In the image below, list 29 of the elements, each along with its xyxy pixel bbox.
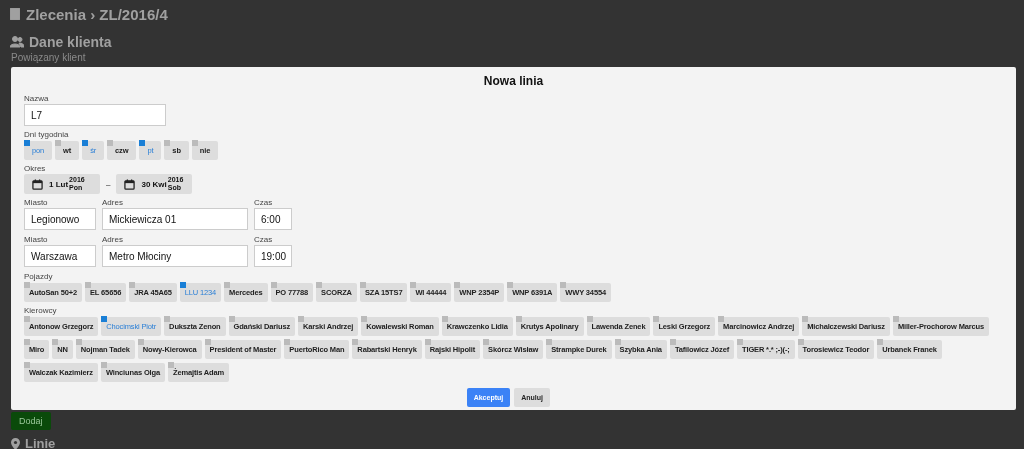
name-field[interactable]: L7 xyxy=(24,104,166,126)
field-label: Adres xyxy=(102,198,124,207)
field-label: Miasto xyxy=(24,235,49,244)
field-label: Adres xyxy=(102,235,124,244)
document-icon xyxy=(10,8,20,20)
field-label: Czas xyxy=(254,198,274,207)
calendar-icon xyxy=(32,178,43,190)
time-field[interactable]: 19:00 xyxy=(254,245,292,267)
field-label: Pojazdy xyxy=(24,272,54,281)
add-button[interactable]: Dodaj xyxy=(11,412,51,430)
subtitle: Powiązany klient xyxy=(11,52,87,63)
field-label: Dni tygodnia xyxy=(24,130,70,139)
field-label: Nazwa xyxy=(24,94,50,103)
field-label: Kierowcy xyxy=(24,306,58,315)
breadcrumb: Zlecenia › ZL/2016/4 xyxy=(26,5,168,23)
section-title: Linie xyxy=(25,436,56,449)
calendar-icon xyxy=(124,178,136,190)
field-label: Okres xyxy=(24,164,47,173)
city-field[interactable]: Warszawa xyxy=(24,245,96,267)
address-field[interactable]: Mickiewicza 01 xyxy=(102,208,248,230)
users-icon xyxy=(10,36,24,48)
range-separator: – xyxy=(106,179,111,189)
field-label: Czas xyxy=(254,235,274,244)
dialog-title: Nowa linia xyxy=(482,74,545,88)
section-title: Dane klienta xyxy=(29,34,112,50)
field-label: Miasto xyxy=(24,198,49,207)
city-field[interactable]: Legionowo xyxy=(24,208,96,230)
time-field[interactable]: 6:00 xyxy=(254,208,292,230)
address-field[interactable]: Metro Młociny xyxy=(102,245,248,267)
